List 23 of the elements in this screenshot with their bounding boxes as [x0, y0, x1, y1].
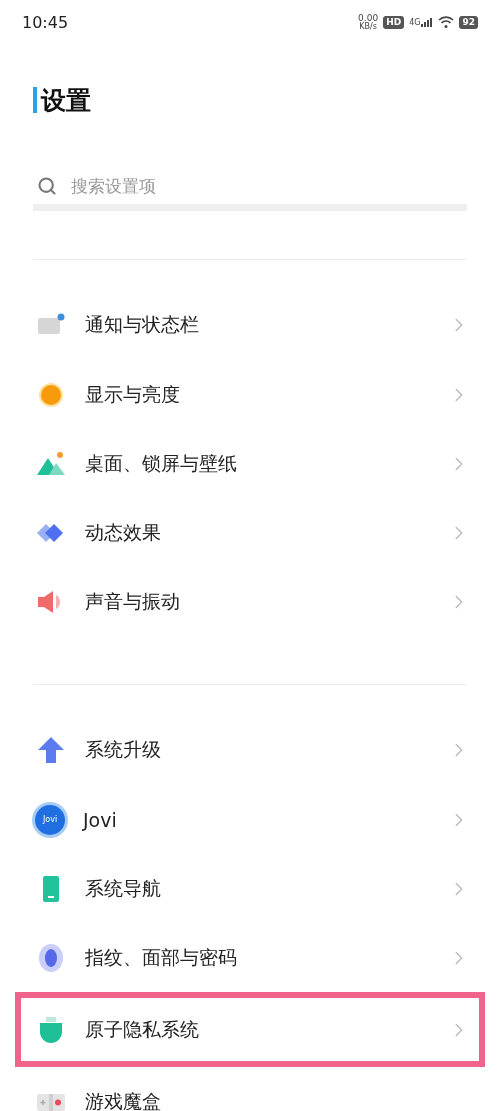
network-type: 4G — [409, 18, 421, 27]
setting-item[interactable]: Jovi Jovi — [0, 785, 500, 854]
setting-item[interactable]: 桌面、锁屏与壁纸 — [0, 429, 500, 498]
setting-item[interactable]: 动态效果 — [0, 498, 500, 567]
setting-item[interactable]: 通知与状态栏 — [0, 290, 500, 360]
wifi-icon — [438, 16, 455, 28]
search-field[interactable]: 搜索设置项 — [69, 175, 467, 197]
speed-unit: KB/s — [359, 22, 377, 31]
page-title: 设置 — [41, 84, 91, 117]
setting-item[interactable]: 游戏魔盒 — [0, 1067, 500, 1111]
setting-item[interactable]: 系统升级 — [0, 715, 500, 785]
hd-badge: HD — [383, 15, 405, 29]
jovi-icon: Jovi — [35, 804, 65, 835]
search-icon — [37, 176, 57, 196]
status-time: 10:45 — [22, 12, 69, 32]
setting-item[interactable]: 显示与亮度 — [0, 360, 500, 429]
setting-item[interactable]: 系统导航 — [0, 854, 500, 923]
highlighted-setting-item[interactable]: 原子隐私系统 — [15, 992, 485, 1067]
setting-item[interactable]: 指纹、面部与密码 — [0, 923, 500, 992]
battery-level: 92 — [459, 15, 478, 29]
setting-item[interactable]: 声音与振动 — [0, 567, 500, 636]
network-speed: 0.00 — [358, 13, 379, 23]
signal-icon — [421, 17, 434, 27]
